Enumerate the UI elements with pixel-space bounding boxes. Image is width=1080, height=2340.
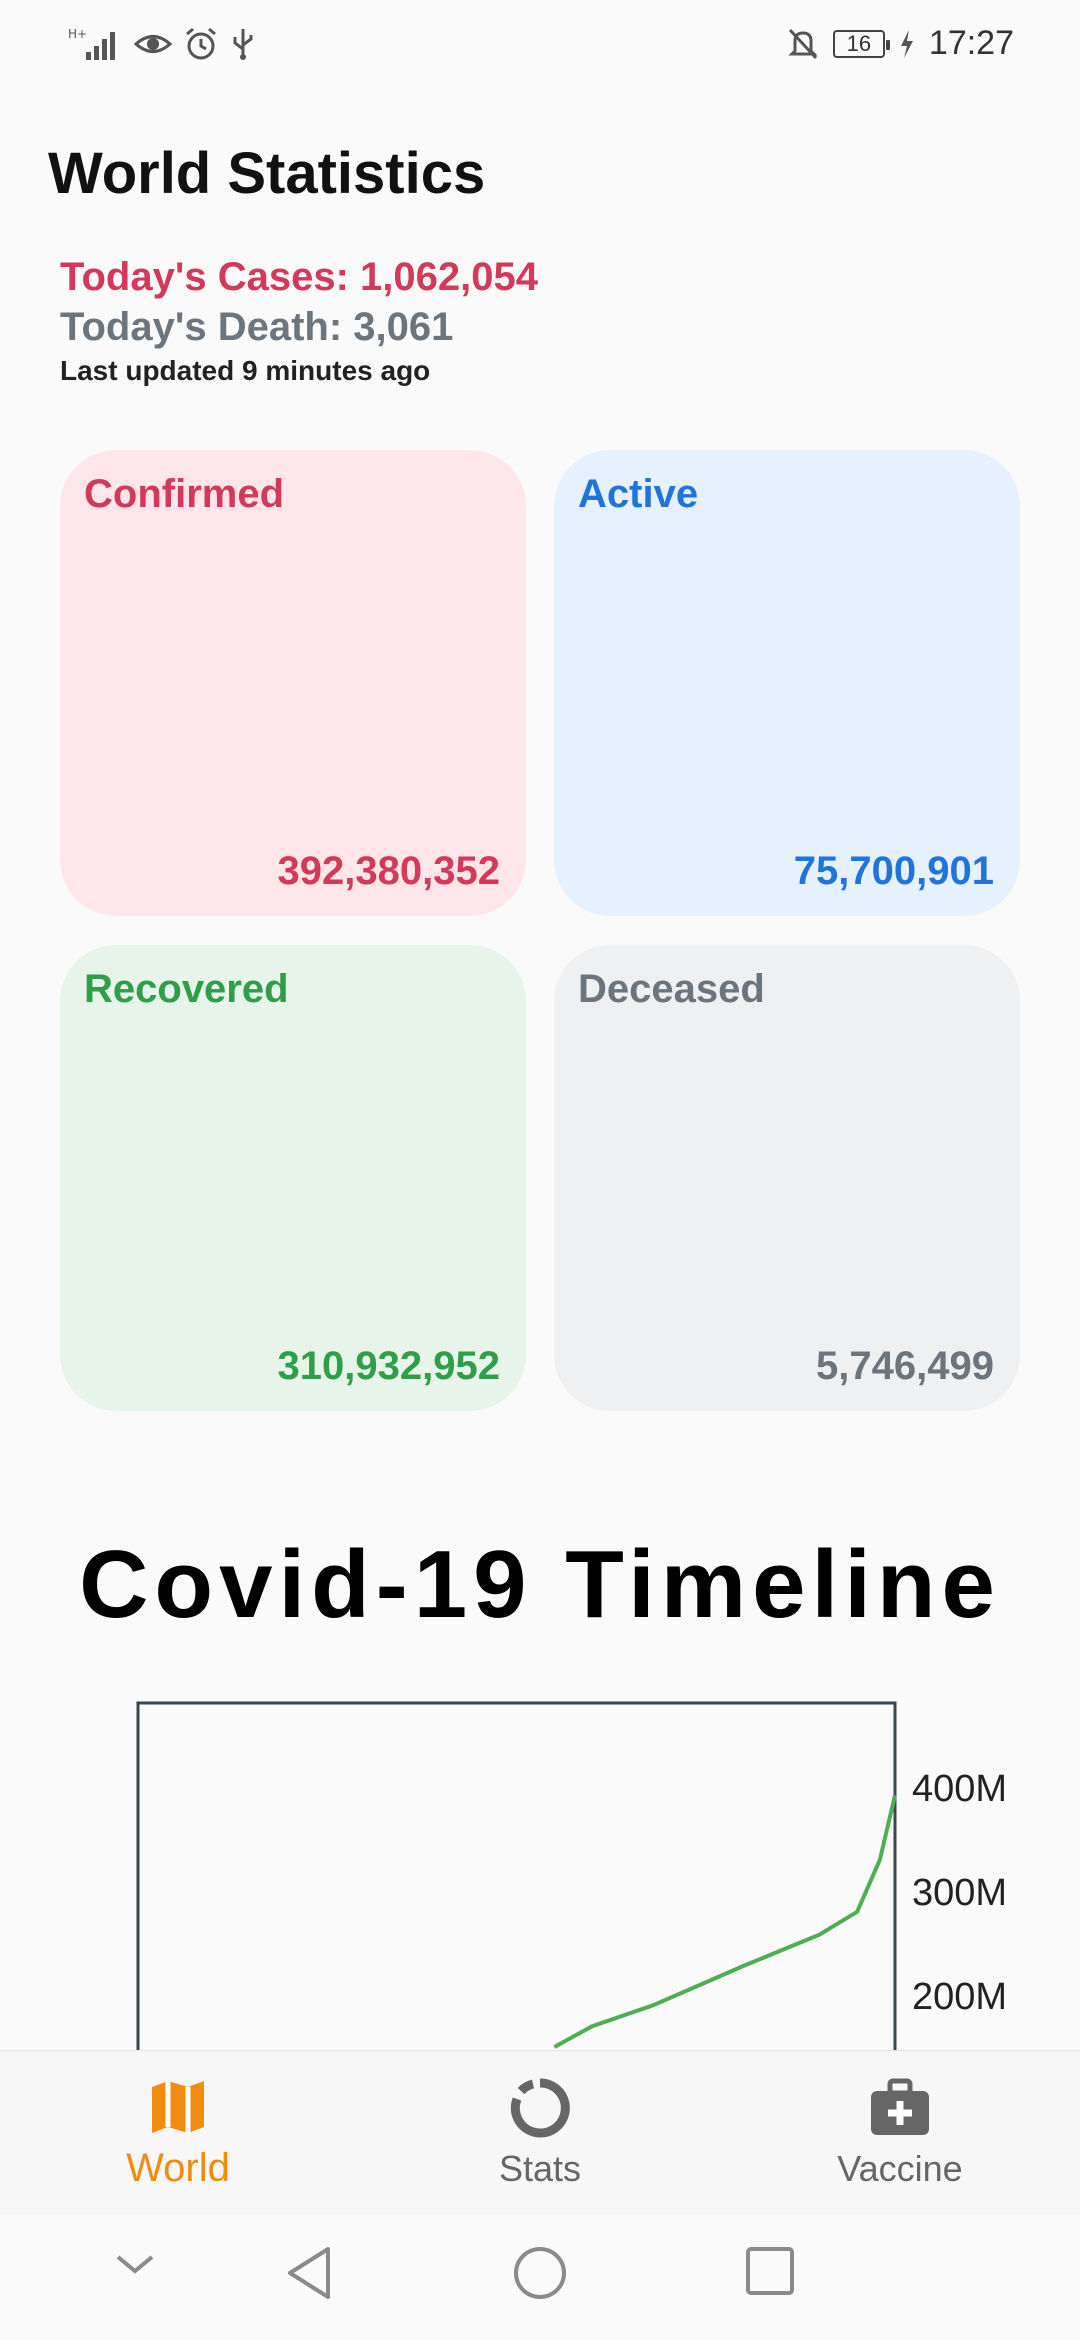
chevron-down-icon[interactable]	[112, 2245, 158, 2285]
medical-kit-icon	[871, 2078, 929, 2135]
signal-icon: H+	[68, 27, 115, 60]
chart-plot-frame	[136, 1701, 897, 2050]
page-title: World Statistics	[48, 141, 486, 206]
recovered-label: Recovered	[84, 967, 289, 1011]
map-icon	[152, 2081, 204, 2133]
nav-label-vaccine: Vaccine	[837, 2148, 963, 2189]
nav-label-stats: Stats	[498, 2148, 582, 2189]
status-bar: H+ 16 17:27	[0, 0, 1080, 90]
system-nav-bar	[0, 2215, 1080, 2340]
recovered-value: 310,932,952	[277, 1344, 500, 1388]
alarm-icon	[186, 27, 216, 60]
recent-apps-icon[interactable]	[744, 2245, 796, 2297]
last-updated: Last updated 9 minutes ago	[60, 355, 431, 386]
back-icon[interactable]	[284, 2245, 336, 2301]
nav-item-vaccine[interactable]: Vaccine	[800, 2077, 1000, 2190]
status-left-icons: H+	[68, 24, 256, 64]
y-axis-ticks: 400M 300M 200M	[912, 1768, 1007, 2018]
active-card[interactable]: Active 75,700,901	[554, 450, 1020, 916]
timeline-chart[interactable]: 400M 300M 200M	[0, 1690, 1080, 2050]
charging-icon	[900, 29, 913, 58]
deceased-value: 5,746,499	[816, 1344, 994, 1388]
home-icon[interactable]	[512, 2245, 568, 2301]
svg-text:H+: H+	[68, 27, 87, 41]
confirmed-label: Confirmed	[84, 472, 284, 516]
today-cases: Today's Cases: 1,062,054	[60, 255, 538, 299]
deceased-card[interactable]: Deceased 5,746,499	[554, 945, 1020, 1411]
nav-item-world[interactable]: World	[78, 2077, 278, 2191]
nav-label-world: World	[126, 2146, 230, 2190]
bottom-nav: World Stats Vaccine	[0, 2050, 1080, 2215]
battery-icon: 16	[832, 29, 890, 58]
donut-icon	[510, 2078, 570, 2138]
status-right-icons: 16 17:27	[787, 24, 1014, 63]
timeline-title: Covid-19 Timeline	[79, 1531, 1001, 1638]
usb-icon	[233, 29, 253, 60]
timeline-chart-svg: 400M 300M 200M	[136, 1701, 1007, 2050]
today-death: Today's Death: 3,061	[60, 305, 454, 349]
screen: H+ 16 17:27 World Statistics Today's Cas…	[0, 0, 1080, 2340]
y-tick-label: 300M	[912, 1872, 1007, 1914]
recovered-card[interactable]: Recovered 310,932,952	[60, 945, 526, 1411]
series-line	[553, 1794, 897, 2049]
y-tick-label: 200M	[912, 1976, 1007, 2018]
status-time: 17:27	[928, 24, 1014, 62]
eye-icon	[134, 35, 172, 53]
confirmed-value: 392,380,352	[277, 849, 500, 893]
active-value: 75,700,901	[793, 849, 994, 893]
active-label: Active	[578, 472, 699, 516]
y-tick-label: 400M	[912, 1768, 1007, 1810]
deceased-label: Deceased	[578, 967, 765, 1011]
confirmed-card[interactable]: Confirmed 392,380,352	[60, 450, 526, 916]
nav-item-stats[interactable]: Stats	[440, 2077, 640, 2190]
bell-off-icon	[788, 28, 818, 59]
